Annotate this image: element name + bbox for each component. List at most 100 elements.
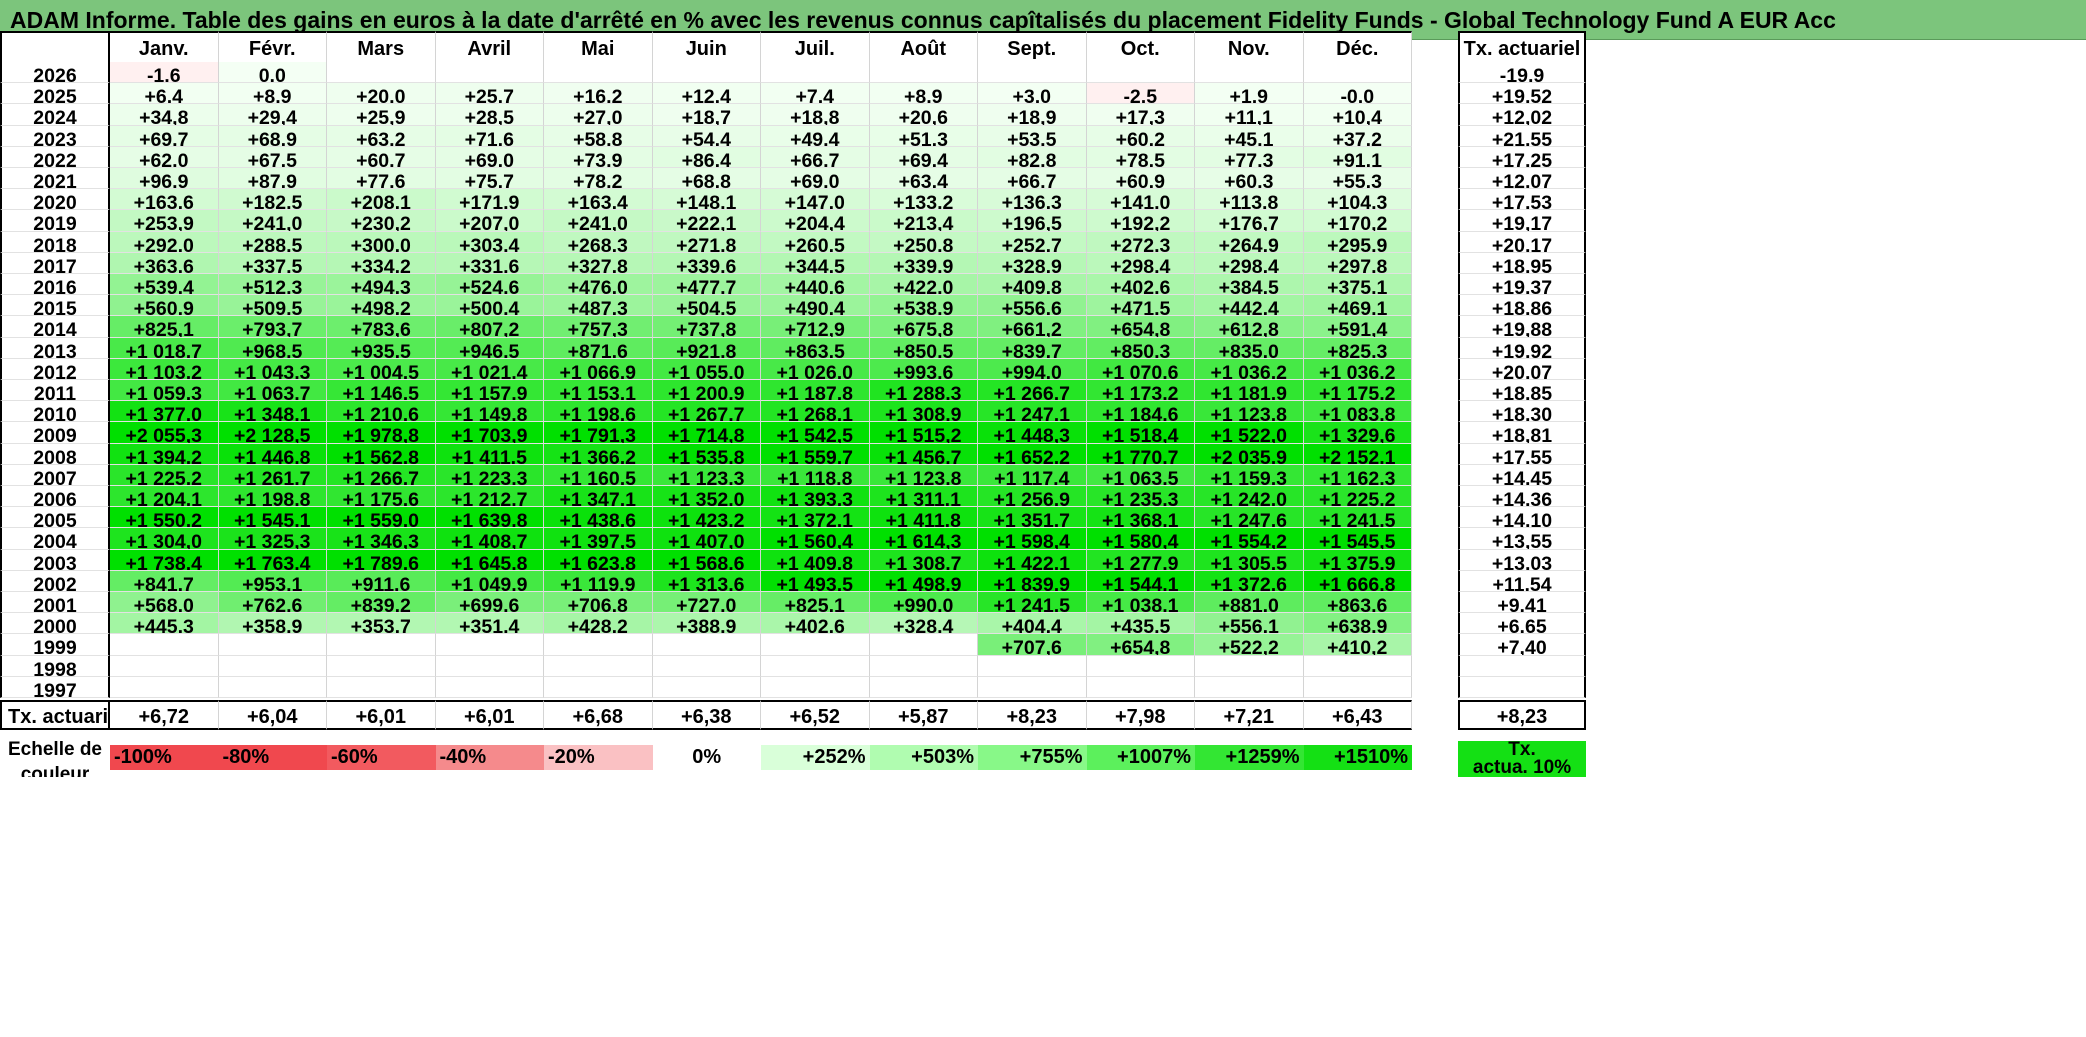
table-cell: +241,0	[218, 210, 327, 232]
row-tx-actuariel: +11,54	[1458, 570, 1586, 592]
year-label: 2020	[0, 189, 110, 211]
table-cell: +1 043,3	[218, 358, 327, 380]
table-cell: +3,0	[978, 83, 1087, 105]
table-cell: +62,0	[110, 146, 219, 168]
table-cell: +1 411,8	[869, 507, 978, 529]
table-cell: +1 703,9	[435, 422, 544, 444]
table-cell: +1 119,9	[544, 570, 653, 592]
table-cell: +250,8	[869, 231, 978, 253]
table-cell: +1 004,5	[327, 358, 436, 380]
table-cell: +409,8	[978, 274, 1087, 296]
table-cell: +850,5	[869, 337, 978, 359]
table-cell: +1 397,5	[544, 528, 653, 550]
year-label: 2009	[0, 422, 110, 444]
row-tx-actuariel: +19,17	[1458, 210, 1586, 232]
table-cell: +1 422,1	[978, 549, 1087, 571]
table-cell: +1 160,5	[544, 464, 653, 486]
table-cell	[435, 676, 544, 698]
table-cell: +272,3	[1086, 231, 1195, 253]
table-cell	[1303, 655, 1412, 677]
table-cell: +471,5	[1086, 295, 1195, 317]
table-cell: -1,6	[110, 62, 219, 84]
table-cell: +292,0	[110, 231, 219, 253]
table-cell: +1 372,1	[761, 507, 870, 529]
table-cell: +2 035,9	[1195, 443, 1304, 465]
month-header-1: Janv.	[110, 31, 219, 65]
table-cell: +388,9	[652, 613, 761, 635]
table-cell	[544, 634, 653, 656]
table-cell	[110, 655, 219, 677]
table-cell: +1 456,7	[869, 443, 978, 465]
table-cell: +69,4	[869, 146, 978, 168]
table-cell	[869, 655, 978, 677]
table-cell: +253,9	[110, 210, 219, 232]
table-cell	[544, 655, 653, 677]
month-header-5: Mai	[544, 31, 653, 65]
month-header-8: Août	[869, 31, 978, 65]
table-cell: +1 580,4	[1086, 528, 1195, 550]
table-cell: +1 304,0	[110, 528, 219, 550]
footer-tx-cell: +6,72	[110, 700, 219, 730]
table-cell: +1 313,6	[652, 570, 761, 592]
table-cell	[869, 634, 978, 656]
table-cell: +1 394,2	[110, 443, 219, 465]
table-cell: +63,2	[327, 125, 436, 147]
table-cell	[1086, 655, 1195, 677]
table-cell: +568,0	[110, 592, 219, 614]
table-cell: +91,1	[1303, 146, 1412, 168]
table-cell: +1 184,6	[1086, 401, 1195, 423]
color-scale-tx-line2: actua. 10%	[1472, 757, 1572, 777]
table-cell: +51,3	[869, 125, 978, 147]
table-cell: +509,5	[218, 295, 327, 317]
table-cell: +328,9	[978, 252, 1087, 274]
table-cell: +1 623,8	[544, 549, 653, 571]
table-cell	[327, 676, 436, 698]
table-cell: +1 544,1	[1086, 570, 1195, 592]
row-tx-actuariel: +6,65	[1458, 613, 1586, 635]
table-cell: +20,6	[869, 104, 978, 126]
table-cell: +1 288,3	[869, 380, 978, 402]
table-cell: +297,8	[1303, 252, 1412, 274]
table-cell: +1 063,7	[218, 380, 327, 402]
table-cell: +1 366,2	[544, 443, 653, 465]
month-header-3: Mars	[327, 31, 436, 65]
table-cell: +7,4	[761, 83, 870, 105]
month-header-10: Oct.	[1086, 31, 1195, 65]
table-cell: +1 325,3	[218, 528, 327, 550]
table-cell: +170,2	[1303, 210, 1412, 232]
table-cell: +1 446,8	[218, 443, 327, 465]
year-label: 2001	[0, 592, 110, 614]
table-cell: +1 560,4	[761, 528, 870, 550]
table-cell: +1 498,9	[869, 570, 978, 592]
table-cell	[761, 62, 870, 84]
table-cell: +757,3	[544, 316, 653, 338]
table-cell: +1 204,1	[110, 486, 219, 508]
table-cell: +1 614,3	[869, 528, 978, 550]
table-cell: +252,7	[978, 231, 1087, 253]
table-cell: +339,9	[869, 252, 978, 274]
table-cell: +241,0	[544, 210, 653, 232]
table-cell: +148,1	[652, 189, 761, 211]
table-cell: +793,7	[218, 316, 327, 338]
table-cell: +1 407,0	[652, 528, 761, 550]
table-cell: +1 770,7	[1086, 443, 1195, 465]
month-header-12: Déc.	[1303, 31, 1412, 65]
table-cell: +1 666,8	[1303, 570, 1412, 592]
row-tx-actuariel: +18,30	[1458, 401, 1586, 423]
month-header-2: Févr.	[218, 31, 327, 65]
table-cell: +213,4	[869, 210, 978, 232]
table-cell: +1 018,7	[110, 337, 219, 359]
table-cell: +712,9	[761, 316, 870, 338]
table-cell: +1 347,1	[544, 486, 653, 508]
table-cell: +1 123,8	[869, 464, 978, 486]
table-cell: +327,8	[544, 252, 653, 274]
table-cell: +1 375,9	[1303, 549, 1412, 571]
table-cell: +737,8	[652, 316, 761, 338]
table-cell: +353,7	[327, 613, 436, 635]
table-cell	[978, 62, 1087, 84]
table-cell: +1 038,1	[1086, 592, 1195, 614]
table-cell: +1 329,6	[1303, 422, 1412, 444]
table-cell: +25,9	[327, 104, 436, 126]
table-cell: +422,0	[869, 274, 978, 296]
row-tx-actuariel: +20,07	[1458, 358, 1586, 380]
